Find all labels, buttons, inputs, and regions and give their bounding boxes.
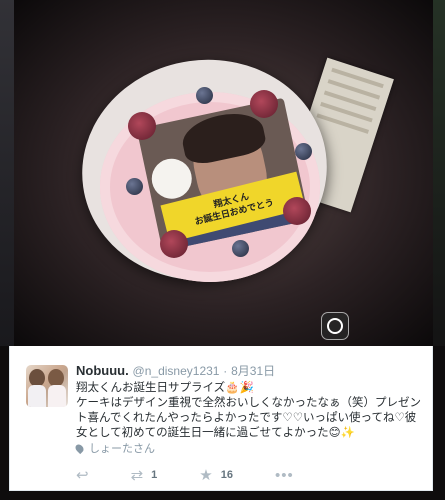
background-left (0, 0, 14, 346)
tweet-header: Nobuuu. @n_disney1231 · 8月31日 (76, 363, 275, 379)
favorite-button[interactable]: ★ 16 (199, 466, 233, 484)
raspberry (128, 112, 156, 140)
tweet-actions: ↩ ⇄ 1 ★ 16 ••• (76, 466, 336, 485)
retweet-button[interactable]: ⇄ 1 (131, 466, 158, 484)
tweet-line-2: ケーキはデザイン重視で全然おいしくなかったなぁ（笑）プレゼント喜んでくれたんやっ… (76, 395, 421, 439)
reply-button[interactable]: ↩ (76, 466, 89, 484)
tweet-card: Nobuuu. @n_disney1231 · 8月31日 翔太くんお誕生日サプ… (9, 346, 433, 491)
more-icon: ••• (274, 466, 294, 484)
background-right (433, 0, 445, 346)
blueberry (196, 87, 213, 104)
raspberry (160, 230, 188, 258)
blueberry (232, 240, 249, 257)
retweet-count: 1 (151, 469, 158, 481)
raspberry (250, 90, 278, 118)
favorite-count: 16 (220, 469, 233, 481)
more-button[interactable]: ••• (275, 467, 294, 484)
separator: · (223, 364, 228, 378)
tweet-location[interactable]: しょーたさん (73, 440, 155, 456)
tweet-line-1: 翔太くんお誕生日サプライズ🎂🎉 (76, 380, 254, 394)
camera-icon[interactable] (321, 312, 349, 340)
blueberry (295, 143, 312, 160)
tweet-date[interactable]: 8月31日 (231, 364, 275, 378)
star-icon: ★ (199, 467, 213, 484)
avatar[interactable] (26, 365, 68, 407)
reply-icon: ↩ (76, 467, 89, 484)
photo-viewer: 翔太くん お誕生日おめでとう (0, 0, 445, 346)
raspberry (283, 197, 311, 225)
tweet-text: 翔太くんお誕生日サプライズ🎂🎉 ケーキはデザイン重視で全然おいしくなかったなぁ（… (76, 380, 426, 440)
location-pin-icon (73, 442, 86, 454)
user-handle[interactable]: @n_disney1231 (133, 364, 220, 378)
dog-figure (148, 155, 196, 203)
display-name[interactable]: Nobuuu. (76, 363, 129, 378)
retweet-icon: ⇄ (130, 467, 144, 484)
location-label: しょーたさん (89, 442, 155, 455)
blueberry (126, 178, 143, 195)
